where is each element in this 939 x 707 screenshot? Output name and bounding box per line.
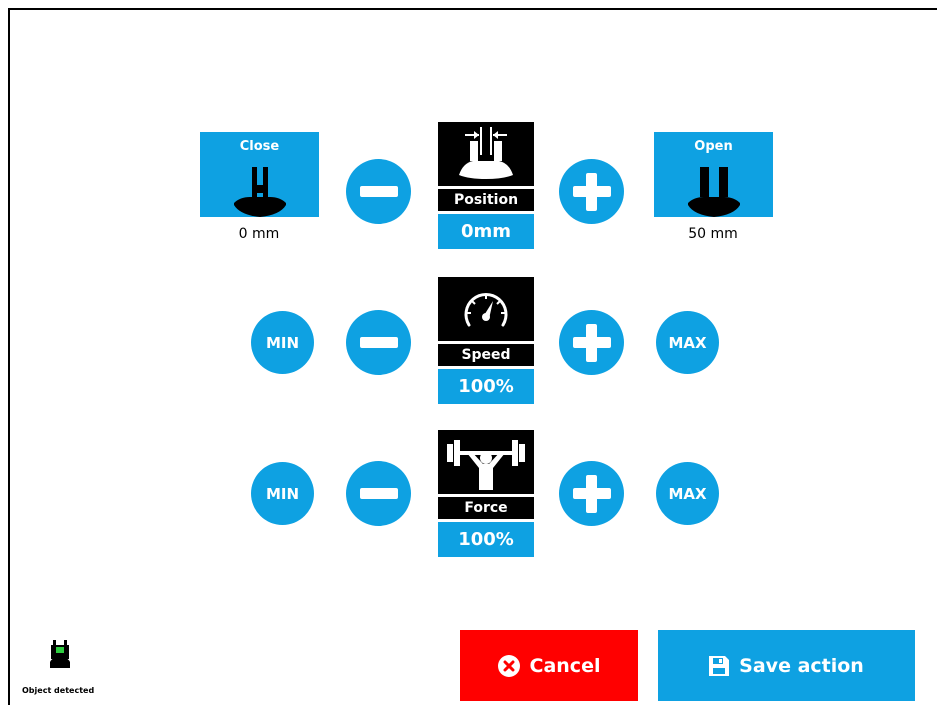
open-button-label: Open <box>694 139 733 154</box>
weightlifter-icon <box>438 430 534 494</box>
position-increase-button[interactable] <box>559 159 624 224</box>
force-max-button[interactable]: MAX <box>656 462 719 525</box>
minus-icon <box>359 488 398 499</box>
minus-icon <box>359 337 398 348</box>
speed-increase-button[interactable] <box>559 310 624 375</box>
close-value: 0 mm <box>238 226 280 242</box>
position-tile: Position 0mm <box>438 122 534 249</box>
position-value: 0mm <box>438 214 534 249</box>
save-floppy-icon <box>709 655 730 676</box>
plus-icon <box>572 474 611 513</box>
close-gripper-button[interactable]: Close <box>200 132 319 217</box>
open-value: 50 mm <box>688 226 738 242</box>
plus-icon <box>572 323 611 362</box>
speed-max-button[interactable]: MAX <box>656 311 719 374</box>
plus-icon <box>572 172 611 211</box>
position-label: Position <box>438 189 534 211</box>
cancel-x-icon <box>497 654 520 677</box>
open-gripper-button[interactable]: Open <box>654 132 773 217</box>
force-tile: Force 100% <box>438 430 534 557</box>
speed-value: 100% <box>438 369 534 404</box>
speed-decrease-button[interactable] <box>346 310 411 375</box>
force-increase-button[interactable] <box>559 461 624 526</box>
speed-tile: Speed 100% <box>438 277 534 404</box>
cancel-label: Cancel <box>529 654 601 677</box>
close-button-label: Close <box>239 139 280 154</box>
object-detected-icon <box>50 640 70 674</box>
speedometer-icon <box>438 277 534 341</box>
force-value: 100% <box>438 522 534 557</box>
object-detected-status: Object detected <box>22 686 95 695</box>
minus-icon <box>359 186 398 197</box>
save-action-button[interactable]: Save action <box>658 630 915 701</box>
speed-label: Speed <box>438 344 534 366</box>
cancel-button[interactable]: Cancel <box>460 630 638 701</box>
gripper-closed-icon <box>233 167 286 217</box>
gripper-open-icon <box>687 167 740 217</box>
force-label: Force <box>438 497 534 519</box>
force-min-button[interactable]: MIN <box>251 462 314 525</box>
force-decrease-button[interactable] <box>346 461 411 526</box>
save-action-label: Save action <box>739 654 864 677</box>
gripper-width-icon <box>438 122 534 186</box>
speed-min-button[interactable]: MIN <box>251 311 314 374</box>
position-decrease-button[interactable] <box>346 159 411 224</box>
